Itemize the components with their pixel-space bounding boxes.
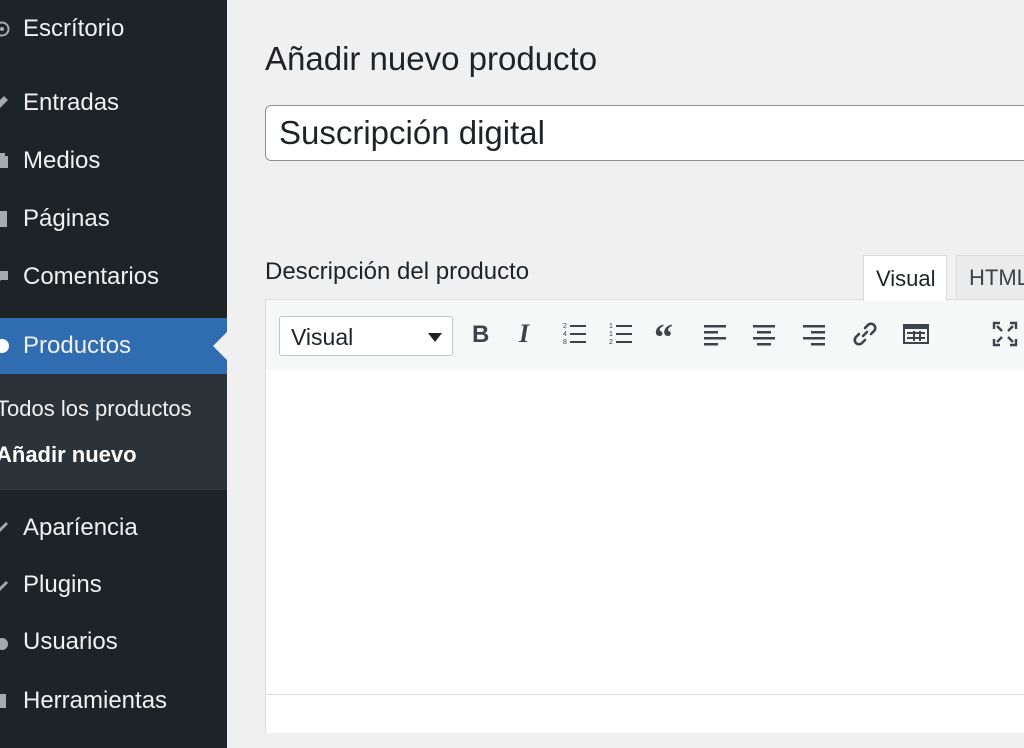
sidebar-item-label: Páginas — [23, 205, 110, 232]
sidebar-item-paginas[interactable]: Páginas — [0, 193, 227, 245]
chevron-down-icon — [428, 333, 442, 342]
sidebar-item-label: Productos — [23, 332, 132, 359]
align-right-button[interactable] — [798, 320, 830, 352]
format-select[interactable]: Visual — [279, 316, 453, 356]
sidebar-item-escritorio[interactable]: Escrítorio — [0, 3, 227, 55]
svg-text:2: 2 — [609, 339, 613, 346]
tools-icon — [0, 692, 10, 710]
tab-html[interactable]: HTML — [956, 255, 1024, 300]
blockquote-button[interactable]: “ — [652, 317, 684, 359]
align-right-icon — [802, 322, 826, 351]
svg-text:B: B — [472, 322, 489, 346]
italic-icon: I — [515, 319, 535, 351]
svg-text:1: 1 — [609, 331, 613, 338]
blockquote-icon: “ — [654, 317, 682, 359]
sidebar-item-label: Entradas — [23, 89, 120, 116]
submenu-item-anadir-nuevo[interactable]: Añadir nuevo — [0, 442, 137, 468]
description-label: Descripción del producto — [265, 258, 530, 285]
sidebar-item-productos[interactable]: Productos — [0, 318, 227, 374]
sidebar-item-label: Comentarios — [23, 263, 160, 290]
link-icon — [852, 321, 878, 352]
svg-text:8: 8 — [563, 339, 567, 346]
svg-text:2: 2 — [563, 323, 567, 330]
fullscreen-icon — [992, 321, 1018, 352]
svg-text:“: “ — [654, 322, 673, 346]
media-icon — [0, 152, 10, 170]
bold-button[interactable]: B — [464, 320, 496, 352]
comment-icon — [0, 268, 10, 286]
sidebar-item-label: Plugins — [23, 571, 102, 598]
user-icon — [0, 633, 10, 651]
align-center-button[interactable] — [748, 320, 780, 352]
sidebar-item-label: Aparíencia — [23, 514, 138, 541]
sidebar-item-label: Herramientas — [23, 687, 168, 714]
align-center-icon — [752, 322, 776, 351]
tab-label: Visual — [876, 265, 936, 291]
svg-text:4: 4 — [563, 331, 567, 338]
page-title: Añadir nuevo producto — [265, 40, 598, 77]
sidebar-item-herramientas[interactable]: Herramientas — [0, 675, 227, 727]
editor-statusbar — [266, 694, 1024, 733]
bold-icon: B — [470, 321, 490, 351]
align-left-button[interactable] — [699, 320, 731, 352]
ordered-list-button[interactable]: 1 1 2 — [605, 320, 637, 352]
page-icon — [0, 210, 10, 228]
toolbar-toggle-button[interactable] — [900, 320, 932, 352]
sidebar-item-apariencia[interactable]: Aparíencia — [0, 502, 227, 554]
editor-toolbar: Visual B I 2 4 8 1 1 2 “ — [266, 300, 1024, 371]
submenu-item-todos-los-productos[interactable]: Todos los productos — [0, 396, 192, 422]
sidebar-item-plugins[interactable]: Plugins — [0, 559, 227, 611]
plugin-icon — [0, 576, 10, 594]
product-icon — [0, 337, 10, 355]
sidebar-item-label: Medios — [23, 147, 101, 174]
dashboard-icon — [0, 20, 10, 38]
svg-text:1: 1 — [609, 323, 613, 330]
admin-sidebar: Escrítorio Entradas Medios Páginas Comen… — [0, 0, 227, 748]
fullscreen-button[interactable] — [989, 320, 1021, 352]
svg-text:I: I — [518, 322, 530, 346]
pushpin-icon — [0, 94, 10, 112]
editor-body[interactable] — [266, 370, 1024, 694]
product-title-input[interactable] — [265, 105, 1024, 161]
brush-icon — [0, 519, 10, 537]
numbered-list-button[interactable]: 2 4 8 — [559, 320, 591, 352]
tab-label: HTML — [969, 264, 1024, 290]
format-select-value: Visual — [291, 324, 354, 350]
sidebar-item-label: Usuarios — [23, 628, 118, 655]
tab-visual[interactable]: Visual — [863, 255, 947, 301]
sidebar-item-entradas[interactable]: Entradas — [0, 77, 227, 129]
main-content: Añadir nuevo producto Descripción del pr… — [227, 0, 1024, 748]
toolbar-toggle-icon — [903, 323, 929, 350]
productos-submenu: Todos los productos Añadir nuevo — [0, 374, 227, 490]
ordered-list-icon: 1 1 2 — [608, 321, 634, 352]
sidebar-item-medios[interactable]: Medios — [0, 135, 227, 187]
link-button[interactable] — [849, 320, 881, 352]
sidebar-item-comentarios[interactable]: Comentarios — [0, 251, 227, 303]
description-editor: Visual B I 2 4 8 1 1 2 “ — [265, 299, 1024, 733]
sidebar-item-usuarios[interactable]: Usuarios — [0, 616, 227, 668]
align-left-icon — [703, 322, 727, 351]
italic-button[interactable]: I — [509, 319, 541, 352]
sidebar-item-label: Escrítorio — [23, 15, 125, 42]
numbered-list-icon: 2 4 8 — [562, 321, 588, 352]
